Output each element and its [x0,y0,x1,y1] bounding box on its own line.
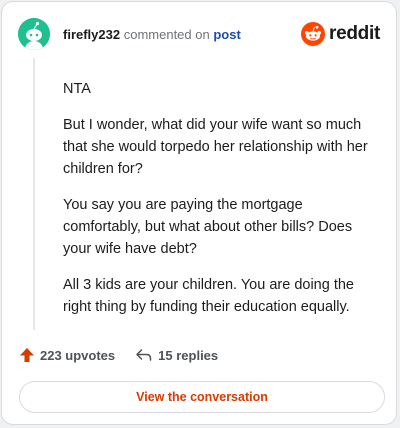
upvote-arrow-icon [20,348,34,362]
comment-paragraph: You say you are paying the mortgage comf… [63,197,353,257]
comment-paragraph: All 3 kids are your children. You are do… [63,277,354,315]
thread-line [33,58,35,330]
post-link[interactable]: post [213,27,240,42]
reddit-snoo-icon [301,22,326,46]
comment-header: firefly232 commented on post [63,27,241,43]
username-link[interactable]: firefly232 [63,27,120,42]
reddit-logo[interactable]: reddit [301,22,380,46]
comment-paragraph: NTA [63,81,91,97]
comment-paragraph: But I wonder, what did your wife want so… [63,117,368,177]
upvote-count: 223 upvotes [40,347,116,363]
view-conversation-button[interactable]: View the conversation [19,381,385,413]
user-avatar-icon[interactable] [18,18,50,50]
action-text: commented on [123,27,210,42]
reply-arrow-icon [136,349,152,361]
comment-actions: 223 upvotes 15 replies [19,347,218,363]
upvote-button[interactable]: 223 upvotes [19,347,115,363]
replies-button[interactable]: 15 replies [135,347,218,363]
comment-body: NTA But I wonder, what did your wife wan… [63,78,381,332]
logo-text: reddit [329,23,380,44]
comment-card: firefly232 commented on post reddit NTA … [1,1,397,425]
reply-count: 15 replies [158,347,219,363]
